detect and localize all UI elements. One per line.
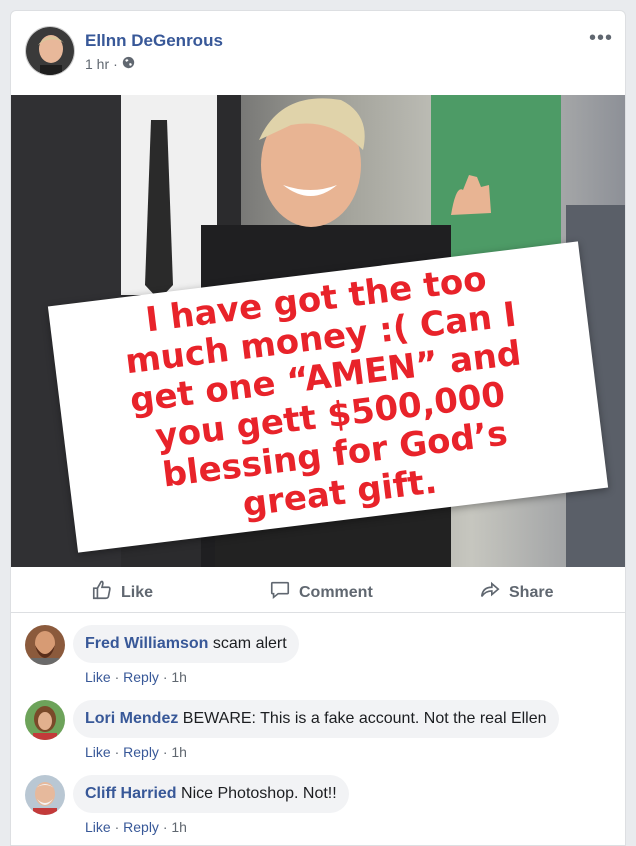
comment-time[interactable]: 1h [171,744,187,760]
comment-like-link[interactable]: Like [85,669,111,685]
share-button[interactable]: Share [479,579,553,606]
post-time[interactable]: 1 hr [85,56,109,72]
author-avatar[interactable] [25,26,75,76]
comment-text: BEWARE: This is a fake account. Not the … [182,710,547,727]
comment-reply-link[interactable]: Reply [123,819,159,835]
separator: · [162,744,168,760]
separator: · [114,819,120,835]
action-bar: Like Comment Share [11,567,625,613]
comment-text: scam alert [212,635,287,652]
separator: · [162,669,168,685]
comment-bubble: Cliff Harried Nice Photoshop. Not!! [73,775,349,813]
post-photo[interactable]: I have got the too much money :( Can I g… [11,95,625,567]
comment-actions: Like · Reply · 1h [85,819,187,835]
commenter-name[interactable]: Cliff Harried [85,785,177,802]
comment-bubble: Lori Mendez BEWARE: This is a fake accou… [73,700,559,738]
commenter-name[interactable]: Fred Williamson [85,635,208,652]
comment-icon [269,579,291,606]
comment-button[interactable]: Comment [269,579,373,606]
comment-actions: Like · Reply · 1h [85,744,187,760]
comment-label: Comment [299,583,373,601]
like-button[interactable]: Like [91,579,153,606]
commenter-avatar[interactable] [25,700,65,740]
commenter-avatar[interactable] [25,775,65,815]
separator: · [114,669,120,685]
comment-reply-link[interactable]: Reply [123,744,159,760]
comment-item: Fred Williamson scam alert Like · Reply … [11,625,625,697]
like-label: Like [121,583,154,601]
share-icon [479,579,501,606]
post-meta: 1 hr · [85,56,135,72]
comment-item: Lori Mendez BEWARE: This is a fake accou… [11,700,625,772]
comment-like-link[interactable]: Like [85,744,111,760]
globe-icon[interactable] [122,56,135,72]
separator: · [114,744,120,760]
comment-reply-link[interactable]: Reply [123,669,159,685]
thumbs-up-icon [91,579,113,606]
comment-like-link[interactable]: Like [85,819,111,835]
comment-item: Cliff Harried Nice Photoshop. Not!! Like… [11,775,625,845]
post-header: Ellnn DeGenrous 1 hr · ••• [11,11,625,95]
sign-message: I have got the too much money :( Can I g… [123,258,524,526]
share-label: Share [509,583,554,601]
post-card: Ellnn DeGenrous 1 hr · ••• I have got th… [10,10,626,846]
commenter-name[interactable]: Lori Mendez [85,710,178,727]
comment-time[interactable]: 1h [171,819,187,835]
more-options-icon[interactable]: ••• [589,27,613,50]
separator: · [162,819,168,835]
comment-bubble: Fred Williamson scam alert [73,625,299,663]
meta-separator: · [113,56,118,72]
comment-time[interactable]: 1h [171,669,187,685]
commenter-avatar[interactable] [25,625,65,665]
author-name[interactable]: Ellnn DeGenrous [85,31,223,51]
comment-text: Nice Photoshop. Not!! [181,785,337,802]
comment-actions: Like · Reply · 1h [85,669,187,685]
